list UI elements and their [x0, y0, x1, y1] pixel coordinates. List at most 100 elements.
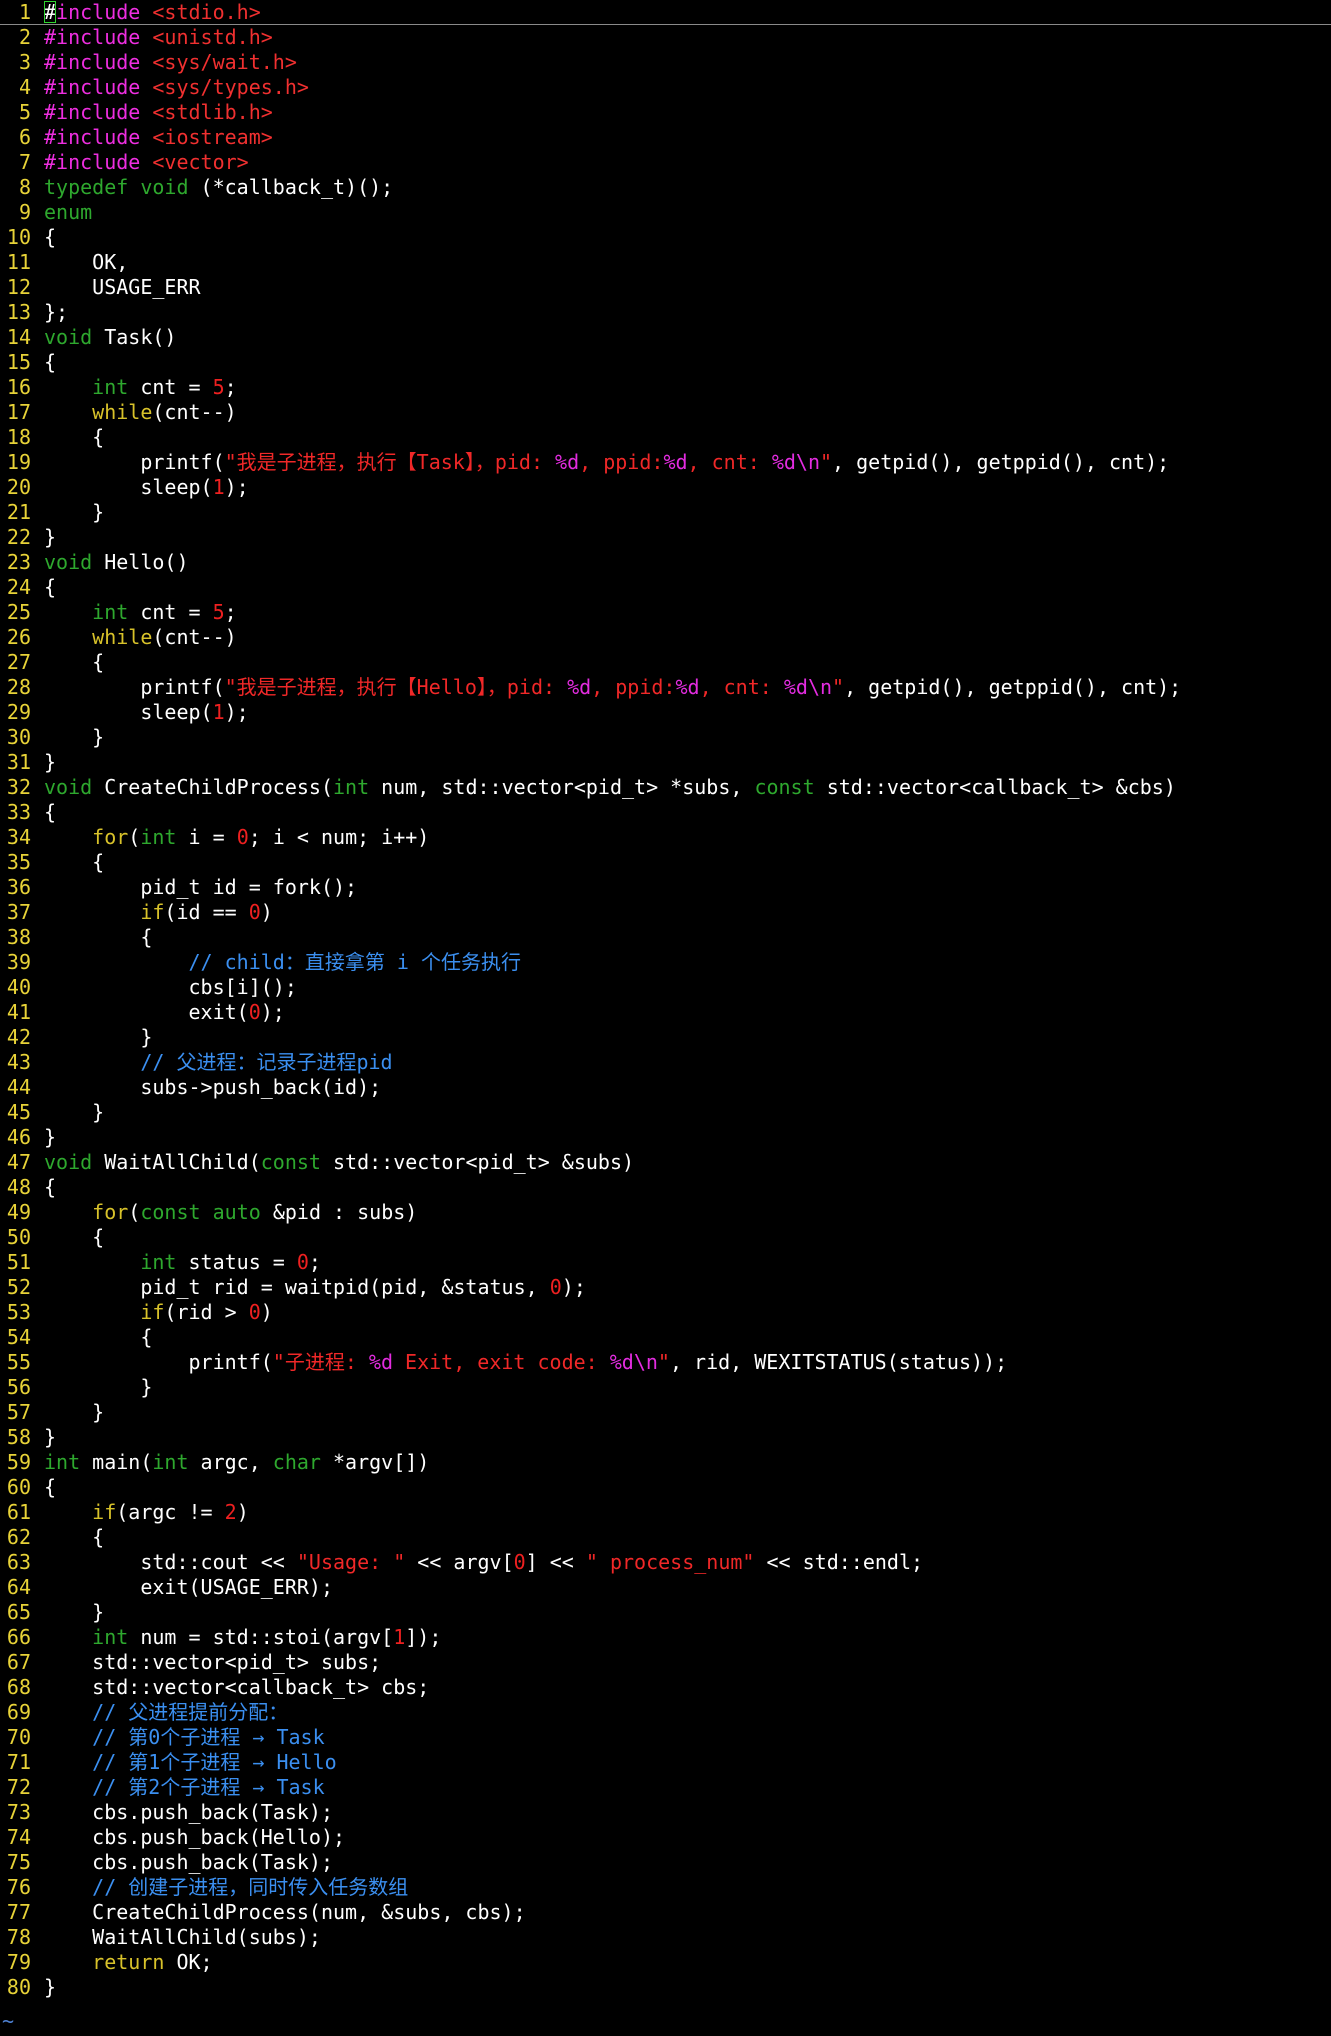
code-line[interactable]: 61 if(argc != 2): [0, 1500, 1331, 1525]
code-line[interactable]: 35 {: [0, 850, 1331, 875]
code-line[interactable]: 78 WaitAllChild(subs);: [0, 1925, 1331, 1950]
code-line[interactable]: 30 }: [0, 725, 1331, 750]
code-line[interactable]: 24 {: [0, 575, 1331, 600]
code-line[interactable]: 60 {: [0, 1475, 1331, 1500]
code-line[interactable]: 45 }: [0, 1100, 1331, 1125]
code-line[interactable]: 17 while(cnt--): [0, 400, 1331, 425]
code-line[interactable]: 16 int cnt = 5;: [0, 375, 1331, 400]
code-line[interactable]: 75 cbs.push_back(Task);: [0, 1850, 1331, 1875]
code-line[interactable]: 42 }: [0, 1025, 1331, 1050]
code-line[interactable]: 40 cbs[i]();: [0, 975, 1331, 1000]
code-line[interactable]: 26 while(cnt--): [0, 625, 1331, 650]
line-number: 7: [18, 150, 31, 174]
code-line[interactable]: 34 for(int i = 0; i < num; i++): [0, 825, 1331, 850]
code-line[interactable]: 22}: [0, 525, 1331, 550]
code-line[interactable]: 39 // child：直接拿第 i 个任务执行: [0, 950, 1331, 975]
code-line[interactable]: 46}: [0, 1125, 1331, 1150]
code-text: Task(): [92, 325, 177, 349]
code-line[interactable]: 59 int main(int argc, char *argv[]): [0, 1450, 1331, 1475]
code-line[interactable]: 65 }: [0, 1600, 1331, 1625]
code-line[interactable]: 64 exit(USAGE_ERR);: [0, 1575, 1331, 1600]
code-line[interactable]: 70 // 第0个子进程 → Task: [0, 1725, 1331, 1750]
code-line[interactable]: 56 }: [0, 1375, 1331, 1400]
code-line[interactable]: 77 CreateChildProcess(num, &subs, cbs);: [0, 1900, 1331, 1925]
code-editor[interactable]: 1 #include <stdio.h> 2 #include <unistd.h> 3…: [0, 0, 1331, 2036]
code-line[interactable]: 12 USAGE_ERR: [0, 275, 1331, 300]
code-line[interactable]: 79 return OK;: [0, 1950, 1331, 1975]
code-line[interactable]: 38 {: [0, 925, 1331, 950]
line-number: 36: [6, 875, 31, 899]
code-line[interactable]: 19 printf("我是子进程，执行【Task】，pid: %d, ppid:…: [0, 450, 1331, 475]
code-line[interactable]: 4 #include <sys/types.h>: [0, 75, 1331, 100]
code-line[interactable]: 20 sleep(1);: [0, 475, 1331, 500]
line-number: 54: [6, 1325, 31, 1349]
code-line[interactable]: 49 for(const auto &pid : subs): [0, 1200, 1331, 1225]
code-line[interactable]: 5 #include <stdlib.h>: [0, 100, 1331, 125]
code-line[interactable]: 31}: [0, 750, 1331, 775]
header-token: <stdio.h>: [152, 0, 261, 24]
header-token: <vector>: [152, 150, 249, 174]
code-line[interactable]: 7 #include <vector>: [0, 150, 1331, 175]
code-line[interactable]: 76 // 创建子进程，同时传入任务数组: [0, 1875, 1331, 1900]
code-content: // child：直接拿第 i 个任务执行: [44, 950, 521, 974]
code-text: (: [128, 1200, 141, 1224]
code-line[interactable]: 33 {: [0, 800, 1331, 825]
code-line[interactable]: 55 printf("子进程: %d Exit, exit code: %d\n…: [0, 1350, 1331, 1375]
preprocessor-token: #include: [44, 150, 153, 174]
code-line[interactable]: 43 // 父进程：记录子进程pid: [0, 1050, 1331, 1075]
code-line[interactable]: 51 int status = 0;: [0, 1250, 1331, 1275]
code-line[interactable]: 44 subs->push_back(id);: [0, 1075, 1331, 1100]
code-line[interactable]: 74 cbs.push_back(Hello);: [0, 1825, 1331, 1850]
code-content: if(id == 0): [44, 900, 272, 924]
code-line[interactable]: 62 {: [0, 1525, 1331, 1550]
code-line[interactable]: 68 std::vector<callback_t> cbs;: [0, 1675, 1331, 1700]
code-line[interactable]: 25 int cnt = 5;: [0, 600, 1331, 625]
code-text: subs->push_back(id);: [44, 1075, 382, 1099]
code-line[interactable]: 50 {: [0, 1225, 1331, 1250]
code-line[interactable]: 53 if(rid > 0): [0, 1300, 1331, 1325]
code-text: }: [44, 500, 105, 524]
code-line[interactable]: 32 void CreateChildProcess(int num, std::…: [0, 775, 1331, 800]
code-text: {: [44, 650, 105, 674]
code-line[interactable]: 71 // 第1个子进程 → Hello: [0, 1750, 1331, 1775]
code-line[interactable]: 36 pid_t id = fork();: [0, 875, 1331, 900]
code-line[interactable]: 18 {: [0, 425, 1331, 450]
code-line[interactable]: 6 #include <iostream>: [0, 125, 1331, 150]
code-line[interactable]: 54 {: [0, 1325, 1331, 1350]
code-line[interactable]: 28 printf("我是子进程，执行【Hello】，pid: %d, ppid…: [0, 675, 1331, 700]
code-line[interactable]: 63 std::cout << "Usage: " << argv[0] << …: [0, 1550, 1331, 1575]
code-line[interactable]: 67 std::vector<pid_t> subs;: [0, 1650, 1331, 1675]
code-content: }: [44, 725, 104, 749]
code-line[interactable]: 57 }: [0, 1400, 1331, 1425]
header-token: <unistd.h>: [152, 25, 273, 49]
code-line[interactable]: 10 {: [0, 225, 1331, 250]
code-line[interactable]: 11 OK,: [0, 250, 1331, 275]
code-line[interactable]: 23 void Hello(): [0, 550, 1331, 575]
string-literal: "Usage: ": [296, 1550, 406, 1574]
code-line[interactable]: 9 enum: [0, 200, 1331, 225]
code-line[interactable]: 14 void Task(): [0, 325, 1331, 350]
code-line[interactable]: 37 if(id == 0): [0, 900, 1331, 925]
code-line[interactable]: 3 #include <sys/wait.h>: [0, 50, 1331, 75]
code-line[interactable]: 2 #include <unistd.h>: [0, 25, 1331, 50]
code-line[interactable]: 41 exit(0);: [0, 1000, 1331, 1025]
code-line[interactable]: 21 }: [0, 500, 1331, 525]
code-line[interactable]: 8 typedef void (*callback_t)();: [0, 175, 1331, 200]
code-line[interactable]: 27 {: [0, 650, 1331, 675]
code-line[interactable]: 52 pid_t rid = waitpid(pid, &status, 0);: [0, 1275, 1331, 1300]
code-text: USAGE_ERR: [44, 275, 201, 299]
code-line[interactable]: 1 #include <stdio.h>: [0, 0, 1331, 25]
code-line[interactable]: 15 {: [0, 350, 1331, 375]
code-line[interactable]: 72 // 第2个子进程 → Task: [0, 1775, 1331, 1800]
code-line[interactable]: 29 sleep(1);: [0, 700, 1331, 725]
line-number: 70: [6, 1725, 31, 1749]
code-line[interactable]: 13};: [0, 300, 1331, 325]
code-line[interactable]: 58}: [0, 1425, 1331, 1450]
code-line[interactable]: 69 // 父进程提前分配：: [0, 1700, 1331, 1725]
code-line[interactable]: 47 void WaitAllChild(const std::vector<pi…: [0, 1150, 1331, 1175]
code-line[interactable]: 73 cbs.push_back(Task);: [0, 1800, 1331, 1825]
code-line[interactable]: 66 int num = std::stoi(argv[1]);: [0, 1625, 1331, 1650]
code-line[interactable]: 48 {: [0, 1175, 1331, 1200]
code-line[interactable]: 80}: [0, 1975, 1331, 2000]
